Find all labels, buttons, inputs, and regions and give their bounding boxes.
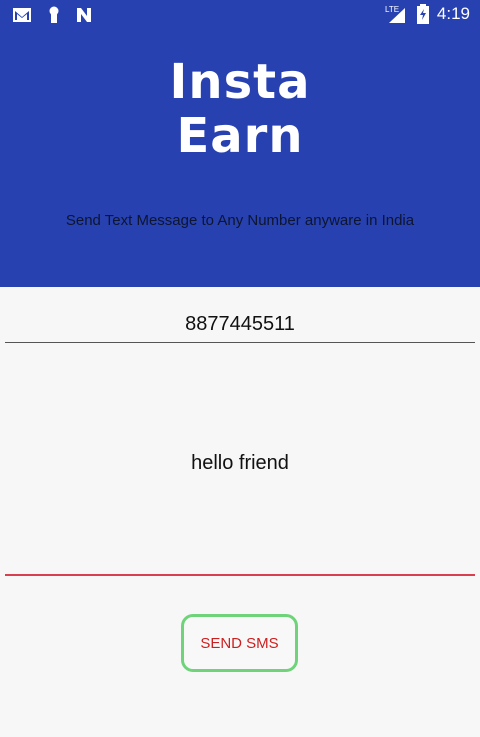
gmail-icon <box>12 7 32 23</box>
status-bar: LTE 4:19 <box>0 0 480 30</box>
n-icon <box>76 7 92 23</box>
signal-icon: LTE <box>385 4 409 24</box>
logo-line-2: Earn <box>176 108 304 164</box>
network-label: LTE <box>385 5 399 14</box>
app-logo: Insta Earn <box>0 55 480 163</box>
phone-number-input[interactable] <box>5 306 475 343</box>
message-input[interactable]: hello friend <box>5 345 475 576</box>
clock: 4:19 <box>436 4 470 23</box>
tagline: Send Text Message to Any Number anyware … <box>65 212 415 229</box>
status-left <box>12 6 92 24</box>
keyhole-icon <box>48 6 60 24</box>
app-header: Insta Earn Send Text Message to Any Numb… <box>0 30 480 287</box>
battery-icon <box>416 4 429 24</box>
send-sms-button[interactable]: SEND SMS <box>181 614 298 672</box>
logo-line-1: Insta <box>169 54 311 110</box>
status-right: LTE 4:19 <box>385 4 470 24</box>
